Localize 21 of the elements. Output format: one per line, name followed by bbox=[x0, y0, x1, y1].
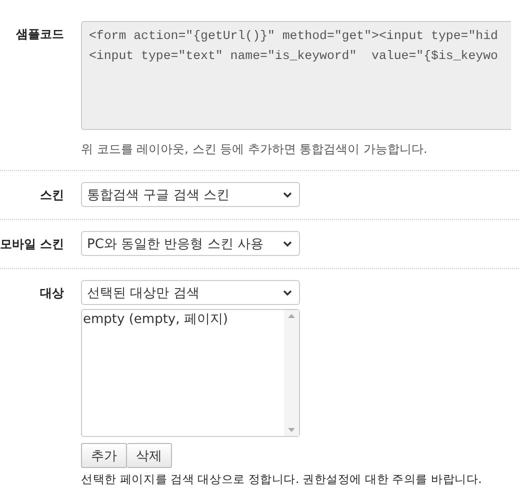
select-dropdown[interactable]: 선택된 대상만 검색 bbox=[81, 280, 300, 305]
chevron-down-icon bbox=[283, 192, 292, 198]
code-line: <input type="text" name="is_keyword" value="{$is_keywo bbox=[89, 48, 499, 65]
code-textarea[interactable]: <form action="{getUrl()}" method="get"><input type="hid <input type="text" name="is_keyword" value="{$is_keywo bbox=[81, 21, 511, 130]
listbox[interactable]: empty (empty, 페이지) bbox=[81, 309, 300, 437]
field-label: 대상 bbox=[39, 285, 64, 301]
select-dropdown[interactable]: PC와 동일한 반응형 스킨 사용 bbox=[81, 231, 300, 256]
scroll-down-icon[interactable] bbox=[288, 428, 295, 432]
help-text: 위 코드를 레이아웃, 스킨 등에 추가하면 통합검색이 가능합니다. bbox=[81, 141, 428, 158]
field-label: 샘플코드 bbox=[15, 26, 64, 42]
code-line: <form action="{getUrl()}" method="get"><input type="hid bbox=[89, 28, 499, 45]
field-label: 모바일 스킨 bbox=[0, 236, 64, 252]
delete-button[interactable]: 삭제 bbox=[127, 443, 172, 468]
field-label: 스킨 bbox=[39, 187, 64, 203]
scroll-up-icon[interactable] bbox=[288, 314, 295, 318]
select-dropdown[interactable]: 통합검색 구글 검색 스킨 bbox=[81, 182, 300, 207]
help-text: 선택한 페이지를 검색 대상으로 정합니다. 권한설정에 대한 주의를 바랍니다. bbox=[81, 472, 482, 487]
chevron-down-icon bbox=[283, 240, 292, 246]
add-button[interactable]: 추가 bbox=[81, 443, 127, 468]
list-item[interactable]: empty (empty, 페이지) bbox=[83, 310, 284, 328]
chevron-down-icon bbox=[283, 290, 292, 296]
